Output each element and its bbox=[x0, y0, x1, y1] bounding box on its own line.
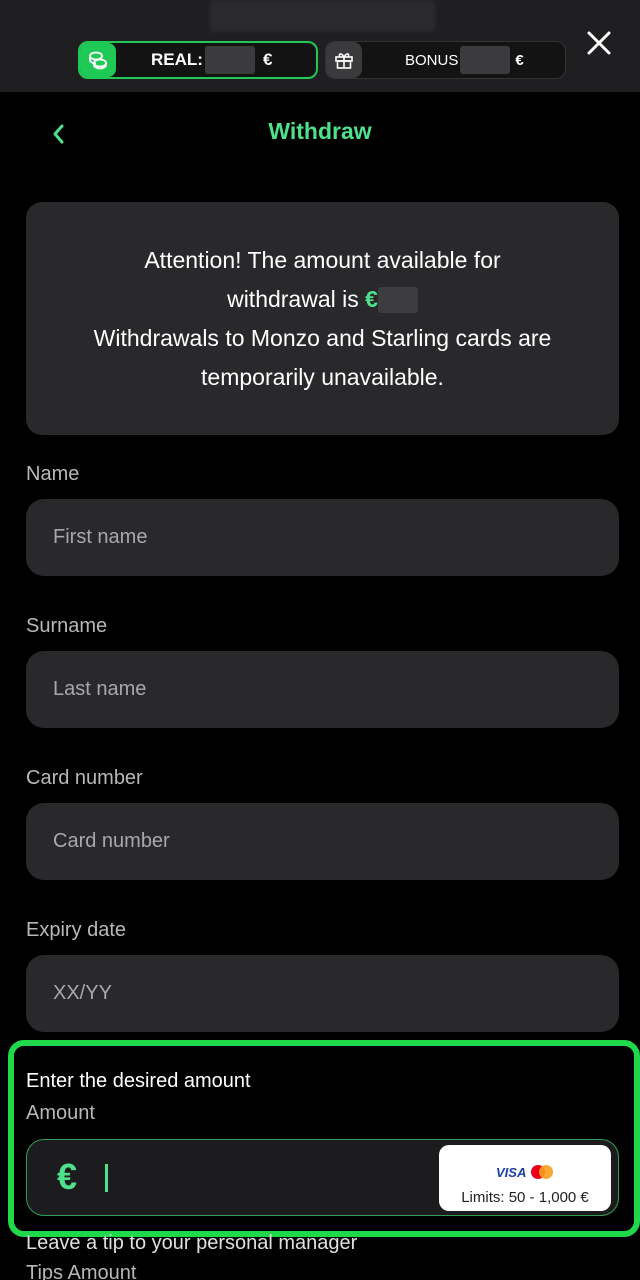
tips-amount-label: Tips Amount bbox=[26, 1262, 137, 1280]
real-balance-label: REAL: bbox=[151, 50, 203, 69]
notice-line-3: Withdrawals to Monzo and Starling cards … bbox=[93, 324, 552, 351]
surname-label: Surname bbox=[26, 615, 108, 637]
blurred-header-text bbox=[210, 0, 435, 32]
amount-highlight-frame bbox=[8, 1040, 640, 1237]
notice-currency: € bbox=[365, 285, 378, 312]
gift-icon bbox=[326, 42, 362, 78]
attention-notice: Attention! The amount available for with… bbox=[26, 202, 619, 435]
notice-line-1: Attention! The amount available for bbox=[144, 246, 501, 273]
tip-section-title: Leave a tip to your personal manager bbox=[26, 1232, 358, 1254]
real-balance-pill[interactable]: REAL: € bbox=[78, 41, 318, 79]
bonus-balance-masked-value bbox=[460, 46, 511, 74]
name-label: Name bbox=[26, 463, 80, 485]
real-balance-masked-value bbox=[204, 46, 255, 74]
real-balance-currency: € bbox=[262, 50, 273, 69]
top-bar: REAL: € BONUS € bbox=[0, 0, 640, 92]
notice-withdrawal-prefix: withdrawal is bbox=[227, 285, 359, 312]
card-number-input[interactable] bbox=[26, 803, 619, 880]
last-name-input[interactable] bbox=[26, 651, 619, 728]
notice-masked-amount bbox=[377, 287, 418, 314]
bonus-balance-pill[interactable]: BONUS € bbox=[325, 41, 566, 79]
close-icon[interactable] bbox=[582, 26, 616, 60]
expiry-date-input[interactable] bbox=[26, 955, 619, 1032]
bonus-balance-label: BONUS bbox=[405, 51, 459, 69]
card-number-label: Card number bbox=[26, 767, 143, 789]
notice-line-2: withdrawal is € bbox=[227, 280, 418, 319]
bonus-balance-currency: € bbox=[515, 51, 524, 69]
page-title: Withdraw bbox=[268, 118, 372, 144]
coins-icon bbox=[80, 43, 116, 77]
notice-line-4: temporarily unavailable. bbox=[201, 363, 444, 390]
expiry-date-label: Expiry date bbox=[26, 919, 127, 941]
first-name-input[interactable] bbox=[26, 499, 619, 576]
